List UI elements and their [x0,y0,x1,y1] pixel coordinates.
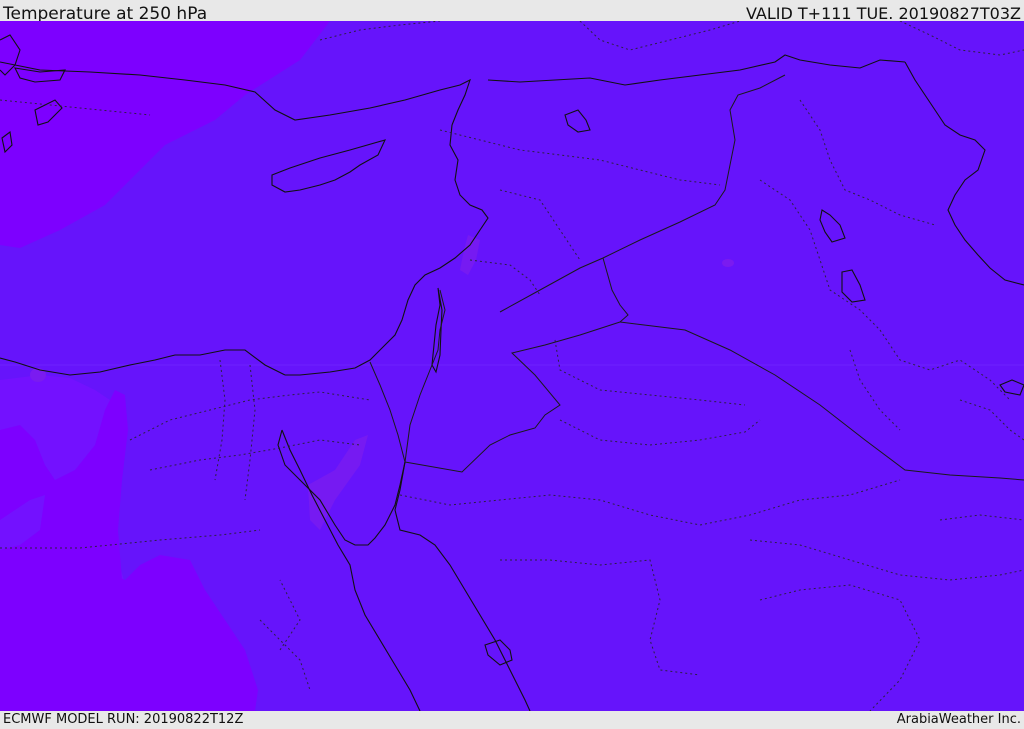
warm-spot-east [722,259,734,267]
temperature-map[interactable] [0,21,1024,711]
model-run-label: ECMWF MODEL RUN: 20190822T12Z [3,712,244,727]
credit-label: ArabiaWeather Inc. [896,712,1021,727]
footer-bar: ECMWF MODEL RUN: 20190822T12Z ArabiaWeat… [0,711,1024,729]
header-bar: Temperature at 250 hPa VALID T+111 TUE. … [0,0,1024,24]
